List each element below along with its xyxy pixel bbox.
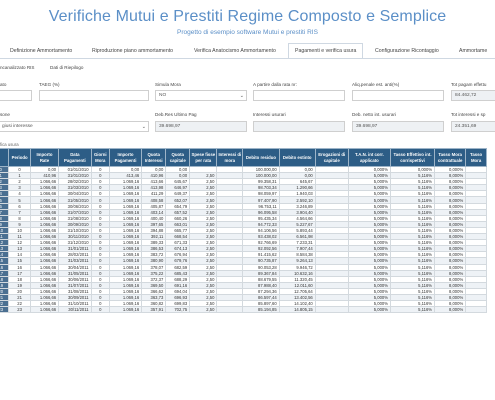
- column-header[interactable]: Erogazioni di capitale: [314, 148, 349, 167]
- label-ato: ato: [0, 82, 7, 87]
- deb-res-ultimo-value: 39.698,97: [159, 124, 181, 129]
- column-header[interactable]: Debito residuo: [242, 148, 280, 167]
- column-header[interactable]: Quota capitale: [165, 148, 191, 167]
- tot-pagamenti-field: 84.462,72: [451, 90, 495, 101]
- interessi-select[interactable]: giusi interesse ⌄: [0, 121, 149, 132]
- tab-configurazione-ricontaggio[interactable]: Configurazione Ricontaggio: [375, 48, 439, 58]
- column-header[interactable]: Tasso Effettivo int. corrispettivi: [389, 148, 436, 167]
- column-header[interactable]: T.A.N. int corr. applicato: [347, 148, 391, 167]
- column-header[interactable]: Importo Pagamenti: [108, 148, 143, 167]
- column-header[interactable]: Quota Interessi: [141, 148, 167, 167]
- column-header[interactable]: Periodo: [8, 148, 31, 167]
- table-cell: 1.066,66: [29, 306, 60, 314]
- chevron-down-icon: ⌄: [239, 93, 244, 99]
- deb-netto-field: 39.698,97: [352, 121, 444, 132]
- table-cell: 14.805,15: [278, 306, 316, 314]
- table-caption: fica usura: [0, 142, 19, 147]
- tab-riproduzione-piano[interactable]: Riproduzione piano ammortamento: [92, 48, 173, 58]
- label-simula-mora: Simula Mora: [155, 82, 181, 87]
- tab-verifica-anatocismo[interactable]: Verifica Anatocismo Ammortamento: [194, 48, 276, 58]
- table-body: 000,0001/01/201000,000,000,00100.000,000…: [0, 165, 487, 314]
- rata-nr-field[interactable]: [253, 90, 345, 101]
- label-tot-pagamenti: Tot pagam effettu: [451, 82, 487, 87]
- tab-definizione-ammortamento[interactable]: Definizione Ammortamento: [10, 48, 72, 58]
- aliquota-penale-field[interactable]: [352, 90, 444, 101]
- table-cell: 357,91: [141, 306, 167, 314]
- label-interessi-usurari: Interessi usurari: [253, 112, 286, 117]
- main-tabs: Definizione Ammortamento Riproduzione pi…: [0, 43, 495, 59]
- interessi-usurari-field: [253, 121, 345, 132]
- taeg-field[interactable]: [39, 90, 149, 101]
- table-row[interactable]: 23231.066,6630/11/201101.069,16357,91702…: [0, 306, 487, 314]
- label-sone: sone: [0, 112, 10, 117]
- deb-res-ultimo-field: 39.698,97: [155, 121, 247, 132]
- table-cell: 23: [8, 306, 31, 314]
- column-header[interactable]: Giorni Mora: [90, 148, 110, 167]
- simula-mora-select[interactable]: NO ⌄: [155, 90, 247, 101]
- tot-interessi-field: 24.351,69: [451, 121, 495, 132]
- table-cell: 8,000%: [434, 306, 467, 314]
- deb-netto-value: 39.698,97: [356, 124, 378, 129]
- page-subtitle: Progetto di esempio software Mutui e pre…: [177, 29, 318, 36]
- subtab-canalizzato-ris[interactable]: ncanalizzato RIS: [0, 65, 34, 70]
- page-title: Verifiche Mutui e Prestiti Regime Compos…: [48, 8, 447, 25]
- tab-pagamenti-verifica-usura[interactable]: Pagamenti e verifica usura: [288, 43, 364, 58]
- label-aliquota-penale: Aliq.penale est. anti(%): [352, 82, 400, 87]
- simula-mora-value: NO: [159, 93, 167, 98]
- page-header: Verifiche Mutui e Prestiti Regime Compos…: [0, 0, 495, 40]
- tab-ammortamento[interactable]: Ammortame: [459, 48, 487, 58]
- tot-pagamenti-value: 84.462,72: [455, 93, 477, 98]
- table-cell: [314, 306, 349, 314]
- table-cell: 0: [90, 306, 110, 314]
- usura-table: Periodo Importo Rate Data Pagamenti Giorni …: [0, 148, 487, 314]
- column-header[interactable]: Spese fisse per rata: [189, 148, 218, 167]
- table-cell: 85.194,85: [242, 306, 280, 314]
- label-deb-res-ultimo: Deb.Res Ultimo Pag: [155, 112, 197, 117]
- table-cell: 1.069,16: [108, 306, 143, 314]
- table-cell: 5,000%: [347, 306, 391, 314]
- table-cell: 2,50: [189, 306, 218, 314]
- label-taeg: TAEG (%): [39, 82, 60, 87]
- column-header[interactable]: [0, 148, 10, 167]
- table-cell: [216, 306, 244, 314]
- field-ato[interactable]: [0, 90, 32, 101]
- table-cell: 702,75: [165, 306, 191, 314]
- row-index-cell: 23: [0, 306, 10, 314]
- column-header[interactable]: Data Pagamenti: [58, 148, 92, 167]
- column-header[interactable]: Tasso Mora contrattuale: [434, 148, 467, 167]
- subtab-dati-riepilogo[interactable]: Dati di Riepilogo: [50, 65, 83, 70]
- label-deb-netto: Deb. netto int. usurari: [352, 112, 396, 117]
- table-cell: [465, 306, 487, 314]
- table-cell: 5,116%: [389, 306, 436, 314]
- label-tot-interessi: Tot interessi e sp: [451, 112, 486, 117]
- column-header[interactable]: Tasso Mora: [465, 148, 487, 167]
- table-cell: 30/11/2011: [58, 306, 92, 314]
- column-header[interactable]: Debito estinto: [278, 148, 316, 167]
- column-header[interactable]: Importo Rate: [29, 148, 60, 167]
- table-header-row: Periodo Importo Rate Data Pagamenti Giorni …: [0, 148, 487, 167]
- form-panel: ato TAEG (%) Simula Mora A partire dalla…: [0, 82, 495, 142]
- interessi-select-value: giusi interesse: [2, 124, 33, 129]
- column-header[interactable]: Interessi di mora: [216, 148, 244, 167]
- usura-table-wrapper[interactable]: Periodo Importo Rate Data Pagamenti Giorni …: [0, 148, 495, 400]
- tot-interessi-value: 24.351,69: [455, 124, 477, 129]
- chevron-down-icon: ⌄: [141, 124, 146, 130]
- label-rata-nr: A partire dalla rata nr:: [253, 82, 297, 87]
